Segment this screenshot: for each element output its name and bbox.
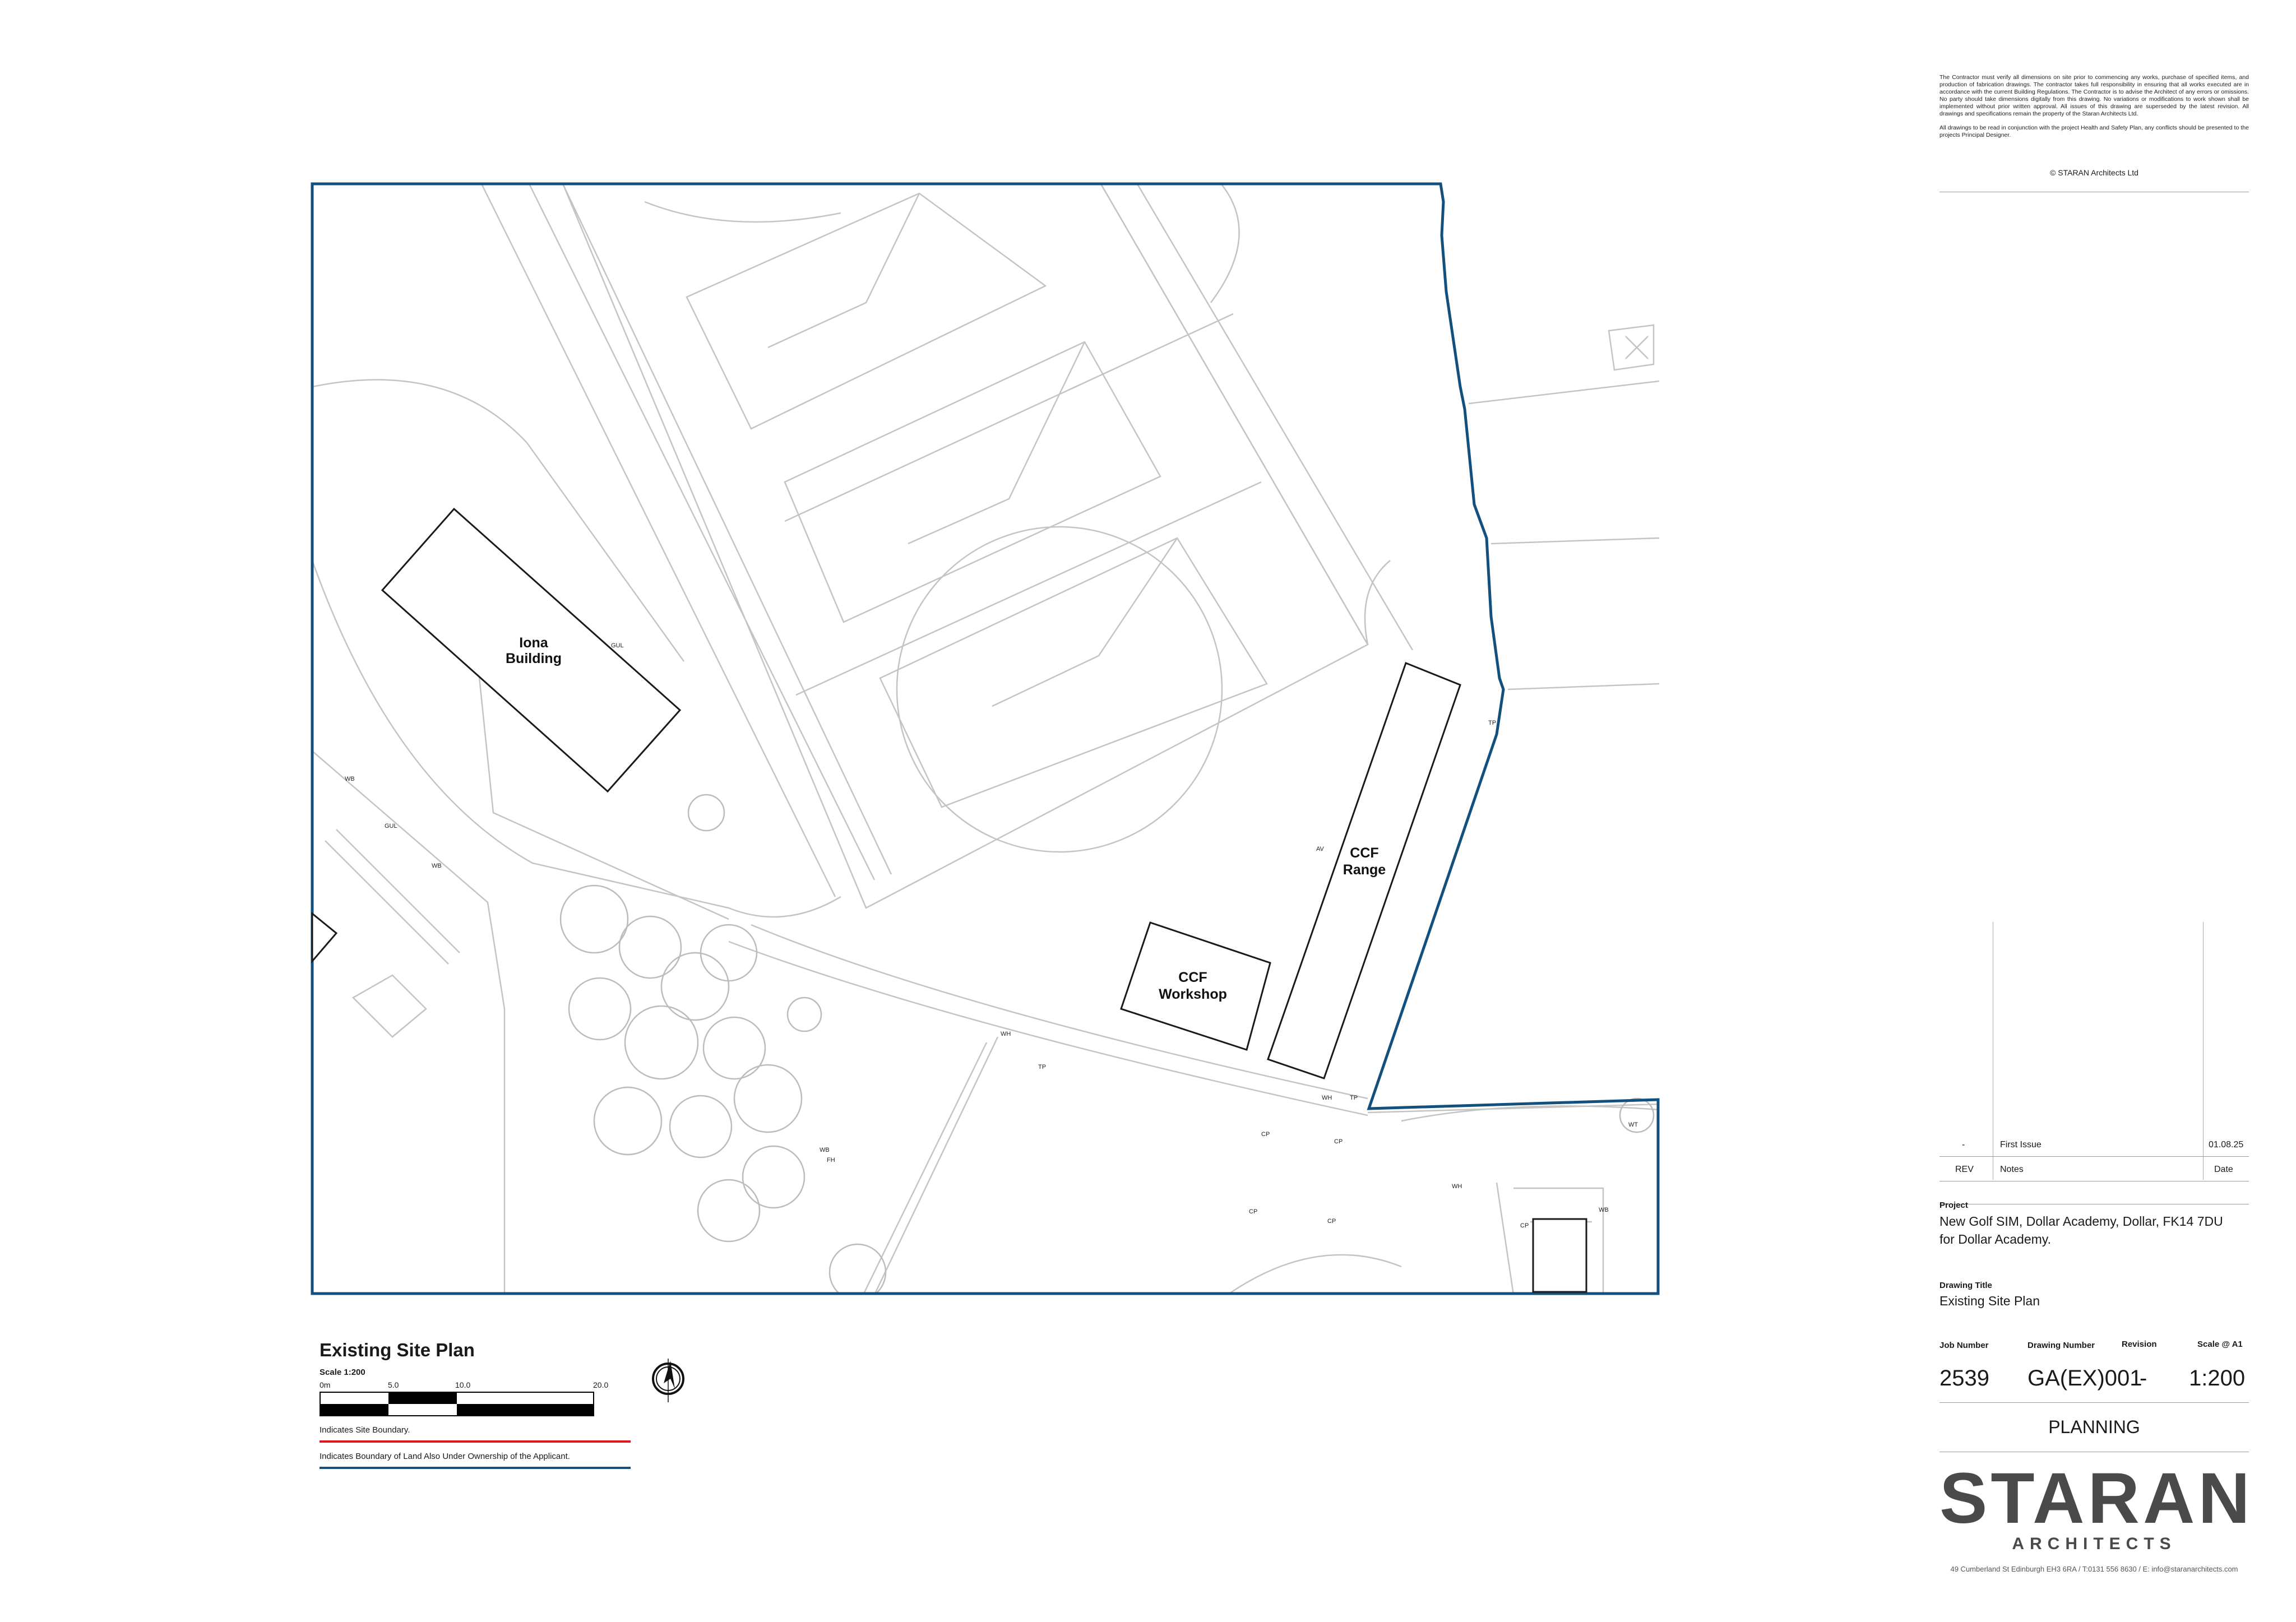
background-linework xyxy=(312,184,1660,1295)
north-arrow-icon xyxy=(652,1359,684,1402)
ownership-boundary-legend-text: Indicates Boundary of Land Also Under Ow… xyxy=(320,1452,570,1461)
scale-bar xyxy=(320,1392,594,1416)
practice-address: 49 Cumberland St Edinburgh EH3 6RA / T:0… xyxy=(1950,1565,2238,1573)
project-label: Project xyxy=(1939,1201,1968,1210)
ccf-workshop-label-2: Workshop xyxy=(1159,986,1227,1002)
drawing-number-header: Drawing Number xyxy=(2027,1341,2095,1350)
project-line-2: for Dollar Academy. xyxy=(1939,1232,2051,1246)
annotation-label: TP xyxy=(1350,1095,1358,1101)
annotation-label: WH xyxy=(1322,1095,1332,1101)
site-boundary-legend-text: Indicates Site Boundary. xyxy=(320,1425,410,1435)
annotation-label: CP xyxy=(1261,1131,1270,1138)
staran-logo: STARAN xyxy=(1939,1458,2253,1538)
scale-ticks: 0m 5.0 10.0 20.0 xyxy=(320,1380,633,1389)
copyright: © STARAN Architects Ltd xyxy=(2050,168,2138,177)
drawing-number: GA(EX)001 xyxy=(2027,1366,2142,1391)
revision-date: 01.08.25 xyxy=(2209,1140,2244,1150)
revision-notes: First Issue xyxy=(2000,1140,2042,1150)
notes-paragraph: All drawings to be read in conjunction w… xyxy=(1939,124,2249,138)
annotation-label: WH xyxy=(1452,1183,1462,1190)
revision-grid xyxy=(1939,922,2249,1180)
annotation-label: WT xyxy=(1628,1122,1638,1128)
revision-rev: - xyxy=(1962,1140,1965,1150)
notes-paragraph: The Contractor must verify all dimension… xyxy=(1939,74,2249,117)
annotation-label: GUL xyxy=(611,642,624,649)
annotation-label: CP xyxy=(1334,1138,1343,1145)
scale-value: 1:200 xyxy=(2189,1366,2246,1391)
annotation-label: CP xyxy=(1520,1222,1529,1229)
drawing-status: PLANNING xyxy=(2048,1417,2140,1437)
annotation-label: WB xyxy=(432,863,442,869)
annotation-label: WH xyxy=(1001,1031,1011,1037)
annotation-label: AV xyxy=(1316,846,1325,852)
notes-header: Notes xyxy=(2000,1165,2024,1174)
ownership-boundary-legend-line xyxy=(320,1467,631,1469)
date-header: Date xyxy=(2214,1165,2233,1174)
annotation-label: TP xyxy=(1038,1064,1046,1070)
drawing-title: Existing Site Plan xyxy=(1939,1294,2040,1308)
project-line-1: New Golf SIM, Dollar Academy, Dollar, FK… xyxy=(1939,1214,2223,1229)
job-number-header: Job Number xyxy=(1939,1341,1989,1350)
scale-label: Scale 1:200 xyxy=(320,1368,365,1377)
scale-tick: 20.0 xyxy=(593,1380,609,1389)
site-boundary-legend-line xyxy=(320,1440,631,1443)
iona-building-label-1: Iona xyxy=(519,635,548,651)
legend: Existing Site Plan Scale 1:200 0m 5.0 10… xyxy=(320,1340,633,1469)
scale-tick: 0m xyxy=(320,1380,331,1389)
contractor-notes: The Contractor must verify all dimension… xyxy=(1939,74,2249,146)
trees xyxy=(559,794,1655,1295)
ccf-range-label-2: Range xyxy=(1343,862,1386,878)
annotation-label: FH xyxy=(827,1157,835,1164)
small-building-bottom-right xyxy=(1532,1218,1587,1293)
rev-header: REV xyxy=(1955,1165,1974,1174)
ccf-workshop-label-1: CCF xyxy=(1178,970,1207,985)
buildings xyxy=(311,507,1587,1293)
ccf-range-label-1: CCF xyxy=(1350,845,1378,861)
annotation-label: GUL xyxy=(385,823,397,829)
small-building-left xyxy=(311,911,338,964)
scale-header: Scale @ A1 xyxy=(2197,1340,2243,1349)
revision-header-label: Revision xyxy=(2122,1340,2157,1349)
drawing-caption: Existing Site Plan xyxy=(320,1340,475,1360)
annotation-label: WB xyxy=(345,776,355,782)
annotation-label: CP xyxy=(1249,1208,1257,1215)
staran-logo-subtitle: ARCHITECTS xyxy=(2012,1535,2177,1553)
drawing-title-label: Drawing Title xyxy=(1939,1281,1992,1290)
annotation-label: WB xyxy=(1599,1207,1609,1213)
annotation-label: WB xyxy=(820,1147,830,1153)
title-block: The Contractor must verify all dimension… xyxy=(1939,0,2253,1622)
annotation-label: CP xyxy=(1327,1218,1336,1225)
iona-building-label-2: Building xyxy=(506,651,562,666)
scale-tick: 10.0 xyxy=(455,1380,471,1389)
revision-value: - xyxy=(2140,1366,2147,1391)
scale-tick: 5.0 xyxy=(388,1380,399,1389)
annotation-label: TP xyxy=(1488,720,1496,726)
ownership-boundary xyxy=(311,182,1660,1295)
job-number: 2539 xyxy=(1939,1366,1989,1391)
